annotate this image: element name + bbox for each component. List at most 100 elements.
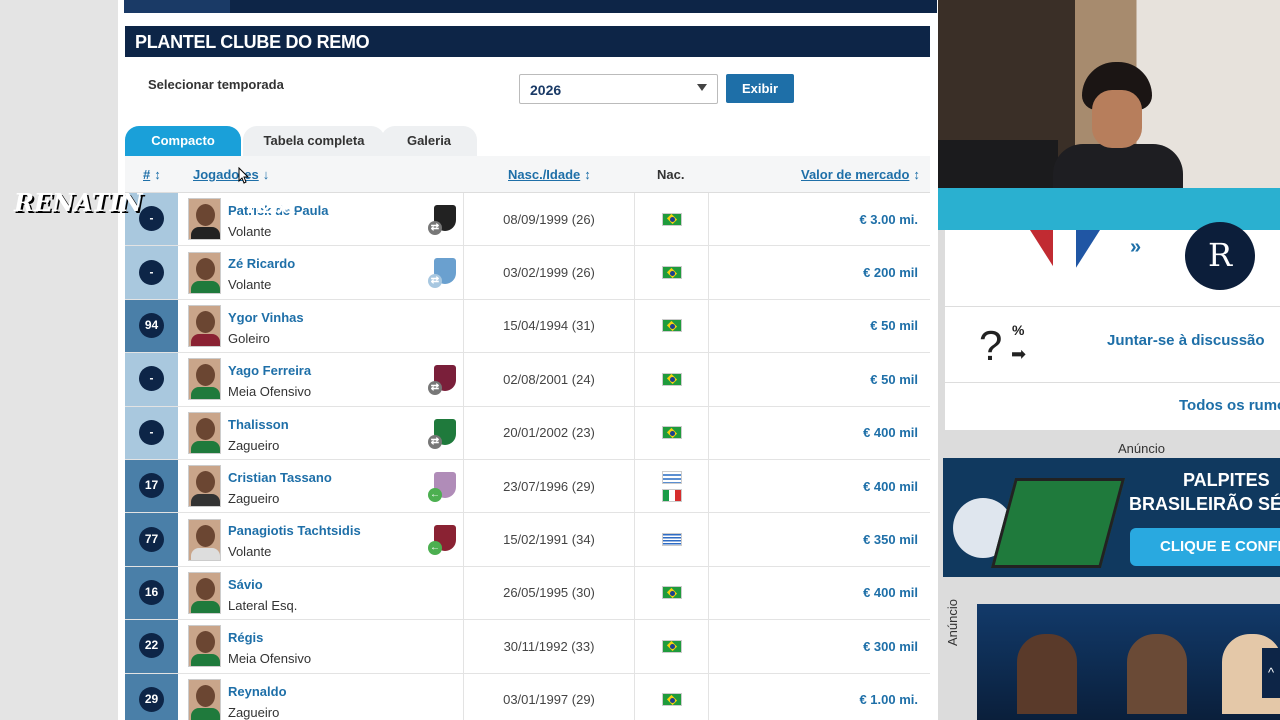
birth-date: 26/05/1995 (30) (503, 585, 595, 601)
player-photo[interactable] (188, 304, 221, 347)
player-position: Volante (228, 224, 272, 239)
table-row: 22 Régis Meia Ofensivo 30/11/1992 (33) €… (125, 620, 930, 674)
flag-br-icon (661, 372, 682, 386)
tab-tabela-completa[interactable]: Tabela completa (243, 126, 385, 156)
squad-header: PLANTEL CLUBE DO REMO (125, 26, 930, 57)
arrow-right-icon: ➡ (1011, 344, 1027, 364)
club-crest-icon[interactable]: ← (428, 471, 456, 502)
column-value[interactable]: Valor de mercado ↕ (801, 156, 920, 193)
nationality-flags (635, 460, 708, 512)
squad-table: # ↕ Jogadores ↓ Nasc./Idade ↕ Nac. Valor de… (125, 156, 930, 720)
tab-compacto[interactable]: Compacto (125, 126, 241, 156)
column-player[interactable]: Jogadores ↓ (193, 156, 269, 193)
tab-galeria[interactable]: Galeria (381, 126, 477, 156)
player-name-link[interactable]: Zé Ricardo (228, 256, 295, 271)
shirt-number-cell: 77 (125, 513, 178, 566)
nationality-flags (635, 674, 708, 720)
nationality-flags (635, 300, 708, 352)
season-select[interactable]: 2026 (519, 74, 718, 104)
player-position: Zagueiro (228, 490, 280, 506)
club-crest-icon[interactable]: ⇄ (428, 365, 456, 396)
market-value-link[interactable]: € 50 mil (870, 300, 918, 352)
flag-br-icon (661, 212, 682, 226)
player-name-link[interactable]: Ygor Vinhas (228, 310, 304, 325)
player-name-link[interactable]: Cristian Tassano (228, 470, 332, 485)
player-photo[interactable] (188, 465, 221, 508)
flag-gr-icon (661, 533, 682, 547)
streamer-webcam (938, 0, 1280, 230)
birth-date: 23/07/1996 (29) (503, 478, 595, 494)
scroll-top-button[interactable]: ^ (1262, 648, 1280, 698)
question-icon: ? (979, 322, 1003, 369)
market-value-link[interactable]: € 3.00 mi. (859, 193, 918, 245)
market-value-link[interactable]: € 200 mil (863, 246, 918, 298)
club-crest-icon[interactable]: ⇄ (428, 258, 456, 289)
column-birth[interactable]: Nasc./Idade ↕ (508, 156, 591, 193)
ad-cta-button[interactable]: CLIQUE E CONFI (1130, 528, 1280, 566)
join-discussion-link[interactable]: Juntar-se à discussão (1107, 332, 1265, 349)
season-value: 2026 (530, 82, 562, 98)
mouse-cursor-icon (238, 167, 250, 184)
player-photo[interactable] (188, 358, 221, 401)
shirt-number: 22 (139, 633, 164, 659)
market-value-link[interactable]: € 400 mil (863, 567, 918, 619)
show-button[interactable]: Exibir (726, 74, 794, 103)
player-position: Zagueiro (228, 704, 280, 720)
club-crest-icon[interactable]: ⇄ (428, 418, 456, 449)
player-photo[interactable] (188, 571, 221, 614)
flag-br-icon (661, 426, 682, 440)
club-a-crest-icon (1030, 230, 1100, 285)
all-rumors-link[interactable]: Todos os rumo (1179, 397, 1280, 414)
player-photo[interactable] (188, 198, 221, 241)
betting-ad[interactable]: PALPITES BRASILEIRÃO SÉ CLIQUE E CONFI (943, 458, 1280, 577)
market-value-link[interactable]: € 400 mil (863, 407, 918, 459)
player-name-link[interactable]: Yago Ferreira (228, 363, 311, 378)
club-b-crest-icon: R (1185, 222, 1255, 290)
birth-date: 03/02/1999 (26) (503, 265, 595, 281)
birth-date: 30/11/1992 (33) (503, 638, 595, 654)
loan-out-icon: ⇄ (428, 381, 442, 396)
nav-tab-stub[interactable] (124, 0, 230, 13)
market-value-link[interactable]: € 300 mil (863, 620, 918, 672)
player-name-link[interactable]: Régis (228, 630, 263, 645)
nationality-flags (635, 353, 708, 405)
season-label: Selecionar temporada (148, 77, 284, 92)
player-photo[interactable] (188, 678, 221, 720)
player-position: Goleiro (228, 330, 270, 346)
nationality-flags (635, 567, 708, 619)
nationality-flags (635, 193, 708, 245)
player-position: Volante (228, 544, 272, 560)
shirt-number: 94 (139, 312, 164, 338)
player-name-link[interactable]: Reynaldo (228, 684, 287, 699)
players-ad[interactable] (977, 604, 1280, 720)
market-value-link[interactable]: € 50 mil (870, 353, 918, 405)
player-photo[interactable] (188, 625, 221, 668)
player-name-link[interactable]: Sávio (228, 577, 263, 592)
table-row: - Yago Ferreira Meia Ofensivo ⇄ 02/08/20… (125, 353, 930, 407)
flag-br-icon (661, 586, 682, 600)
player-position: Meia Ofensivo (228, 384, 312, 400)
shirt-number-cell: 17 (125, 459, 178, 513)
sort-icon: ↕ (154, 167, 161, 182)
market-value-link[interactable]: € 400 mil (863, 460, 918, 512)
sort-icon: ↕ (913, 167, 920, 182)
market-value-link[interactable]: € 350 mil (863, 513, 918, 565)
player-name-link[interactable]: Thalisson (228, 417, 289, 432)
player-photo[interactable] (188, 518, 221, 561)
table-row: 77 Panagiotis Tachtsidis Volante ← 15/02… (125, 513, 930, 567)
ad-line2: BRASILEIRÃO SÉ (1129, 494, 1280, 514)
player-photo[interactable] (188, 411, 221, 454)
club-crest-icon[interactable]: ← (428, 525, 456, 556)
ad-line1: PALPITES (1183, 470, 1270, 490)
market-value-link[interactable]: € 1.00 mi. (859, 674, 918, 720)
nationality-flags (635, 620, 708, 672)
club-crest-icon[interactable]: ⇄ (428, 205, 456, 235)
flag-uy-icon (661, 470, 682, 484)
phone-image (990, 478, 1126, 568)
transfer-arrows-icon: » (1130, 236, 1142, 258)
column-number[interactable]: # ↕ (143, 156, 161, 193)
shirt-number-cell: - (125, 246, 178, 299)
player-name-link[interactable]: Panagiotis Tachtsidis (228, 523, 361, 538)
player-photo[interactable] (188, 251, 221, 294)
flag-br-icon (661, 639, 682, 653)
